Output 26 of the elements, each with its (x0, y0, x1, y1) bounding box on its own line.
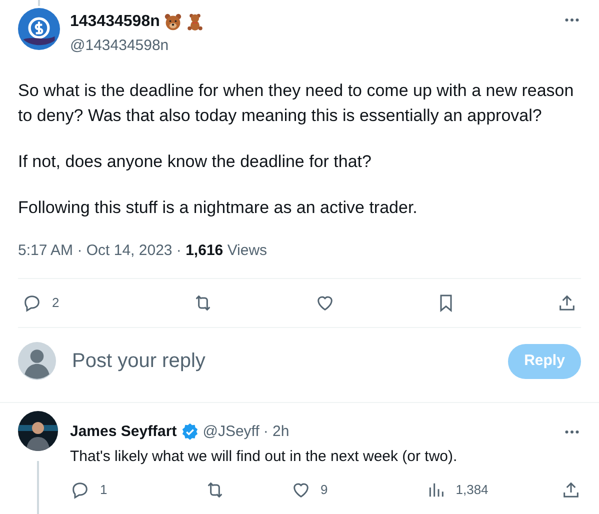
author-handle[interactable]: @JSeyff (202, 421, 260, 444)
post-time[interactable]: · 2h (263, 421, 290, 444)
author-handle[interactable]: @143434598n (70, 35, 563, 58)
share-icon[interactable] (557, 293, 577, 313)
timestamp[interactable]: 5:17 AM · Oct 14, 2023 · (18, 242, 186, 258)
action-count: 2 (52, 294, 60, 312)
avatar-icon[interactable] (18, 8, 60, 50)
avatar-icon[interactable] (18, 411, 58, 451)
view-count: 1,616 (186, 242, 224, 258)
teddy-bear-icon (186, 13, 204, 31)
post-paragraph: Following this stuff is a nightmare as an active trader. (18, 196, 418, 218)
author-name[interactable]: James Seyffart (70, 421, 177, 444)
share-icon[interactable] (561, 480, 581, 500)
reply-icon[interactable] (70, 480, 90, 500)
views-label: Views (227, 242, 268, 258)
reply-text: That's likely what we will find out in the next week (or two). (70, 446, 458, 466)
heart-icon[interactable] (314, 293, 334, 313)
action-count: 1,384 (456, 481, 488, 500)
heart-icon[interactable] (290, 480, 310, 500)
post-paragraph: So what is the deadline for when they need to come up with a new reason to deny? Was that also today meaning this is essentially an approval? (18, 80, 575, 126)
bear-face-icon (164, 13, 182, 31)
reply-icon[interactable] (22, 293, 42, 313)
post-paragraph: If not, does anyone know the deadline for that? (18, 150, 372, 172)
action-count: 9 (320, 481, 328, 500)
author-name[interactable]: 143434598n (70, 10, 160, 34)
action-count: 1 (100, 481, 108, 500)
